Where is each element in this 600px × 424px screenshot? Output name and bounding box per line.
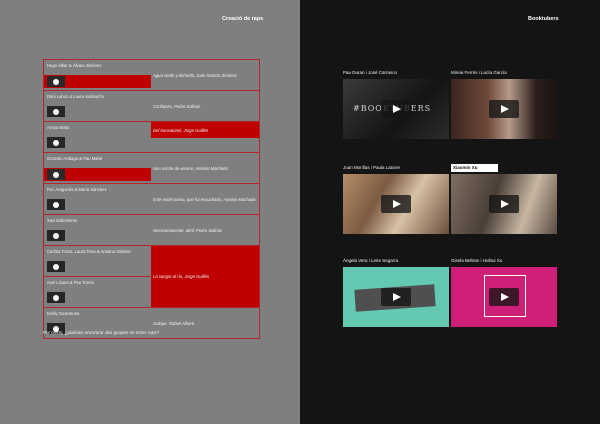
video-thumbnail[interactable] (47, 292, 65, 303)
video-thumbnail[interactable] (47, 106, 65, 117)
play-icon (53, 263, 59, 270)
rap-poem: Galope, Rafael Alberti (153, 320, 194, 326)
video-thumbnail[interactable] (47, 137, 65, 148)
play-icon (53, 294, 59, 301)
question-text: Por cierto, ¿podríais encontrar dos guap… (43, 330, 160, 335)
play-icon (53, 108, 59, 115)
video-card: Joan Morillas i Paula Latorre (343, 164, 449, 234)
rap-authors: Carlota Forns, Laura Tena & Ariadna Vali… (47, 249, 131, 254)
rap-authors: Dani Lahoz & Laura Subirachs (47, 94, 104, 99)
video-card: Àngela Vera i Leire Segarra (343, 257, 449, 327)
video-thumbnail[interactable] (343, 267, 449, 327)
video-card: Xiaomin Xu (451, 164, 557, 234)
right-page: Booktubers Pau Duran i José Carrasco #BO… (300, 0, 600, 424)
rap-authors: Kerlly Guanotuna (47, 311, 80, 316)
play-icon (53, 139, 59, 146)
rap-authors: Axel Lizana & Pau Torres (47, 280, 94, 285)
play-button-icon[interactable] (489, 195, 519, 213)
play-button-icon[interactable] (489, 100, 519, 118)
video-label: Gisela Beltran i Huihui Xu (451, 258, 503, 263)
video-card: Gisela Beltran i Huihui Xu (451, 257, 557, 327)
table-row: Dani Lahoz & Laura Subirachs Confianza, … (44, 91, 259, 122)
table-row: Hugo Albar & Álvaro Jiménez Agua verde y… (44, 60, 259, 91)
video-thumbnail[interactable] (451, 174, 557, 234)
table-row: Xavi Ballesteros Necesariamente, abril, … (44, 215, 259, 246)
play-button-icon[interactable] (381, 288, 411, 306)
table-row: Arnau Botia Del transatúnel, Jorge Guill… (44, 122, 259, 153)
video-thumbnail[interactable] (47, 169, 65, 180)
rap-poem: Este noble poeta, que ha escuchado, Anto… (153, 196, 256, 202)
play-button-icon[interactable] (489, 288, 519, 306)
play-icon (53, 232, 59, 239)
rap-poem: La sangre al río, Jorge Guillén (153, 274, 210, 279)
video-card: Mireia Ferrés i Lucía García (451, 69, 557, 139)
video-thumbnail[interactable] (451, 267, 557, 327)
video-label: Joan Morillas i Paula Latorre (343, 165, 401, 170)
video-thumbnail[interactable] (343, 174, 449, 234)
rap-poem: Agua verde y dormido, Juan Ramón Jiménez (153, 72, 237, 78)
video-label: Àngela Vera i Leire Segarra (343, 258, 399, 263)
video-card: Pau Duran i José Carrasco #BOOKTUBERS (343, 69, 449, 139)
video-thumbnail[interactable] (47, 76, 65, 87)
table-row: Carlota Forns, Laura Tena & Ariadna Vali… (44, 246, 259, 307)
video-thumbnail[interactable] (47, 199, 65, 210)
play-icon (53, 78, 59, 85)
video-thumbnail[interactable] (47, 230, 65, 241)
rap-table: Hugo Albar & Álvaro Jiménez Agua verde y… (43, 59, 260, 339)
rap-authors: Xavi Ballesteros (47, 218, 78, 223)
play-icon (53, 171, 59, 178)
video-label: Xiaomin Xu (451, 164, 498, 172)
rap-authors: Roc Aragonès & María Sánchez (47, 187, 107, 192)
rap-poem: Una noche de verano, Antonio Machado (153, 165, 228, 171)
table-row: Roc Aragonès & María Sánchez Este noble … (44, 184, 259, 215)
page-title-raps: Creació de raps (222, 16, 264, 22)
red-highlight (44, 75, 151, 88)
table-row: Gonzalo Ardiaga & Pau Mahé Una noche de … (44, 153, 259, 184)
video-thumbnail[interactable] (451, 79, 557, 139)
video-label: Pau Duran i José Carrasco (343, 70, 398, 75)
video-thumbnail[interactable]: #BOOKTUBERS (343, 79, 449, 139)
rap-poem: Del transatúnel, Jorge Guillén (153, 127, 209, 133)
play-icon (53, 201, 59, 208)
rap-poem: Necesariamente, abril, Pedro Salinas (153, 227, 223, 233)
video-label: Mireia Ferrés i Lucía García (451, 70, 507, 75)
left-page: Creació de raps Hugo Albar & Álvaro Jimé… (0, 0, 300, 424)
play-button-icon[interactable] (381, 100, 411, 118)
rap-authors: Hugo Albar & Álvaro Jiménez (47, 63, 102, 68)
video-thumbnail[interactable] (47, 261, 65, 272)
rap-poem: Confianza, Pedro Salinas (153, 103, 201, 109)
video-label-wrap: Xiaomin Xu (451, 164, 557, 172)
rap-authors: Gonzalo Ardiaga & Pau Mahé (47, 156, 103, 161)
play-button-icon[interactable] (381, 195, 411, 213)
page-title-booktubers: Booktubers (528, 16, 559, 22)
red-highlight (44, 168, 151, 181)
rap-authors: Arnau Botia (47, 125, 69, 130)
